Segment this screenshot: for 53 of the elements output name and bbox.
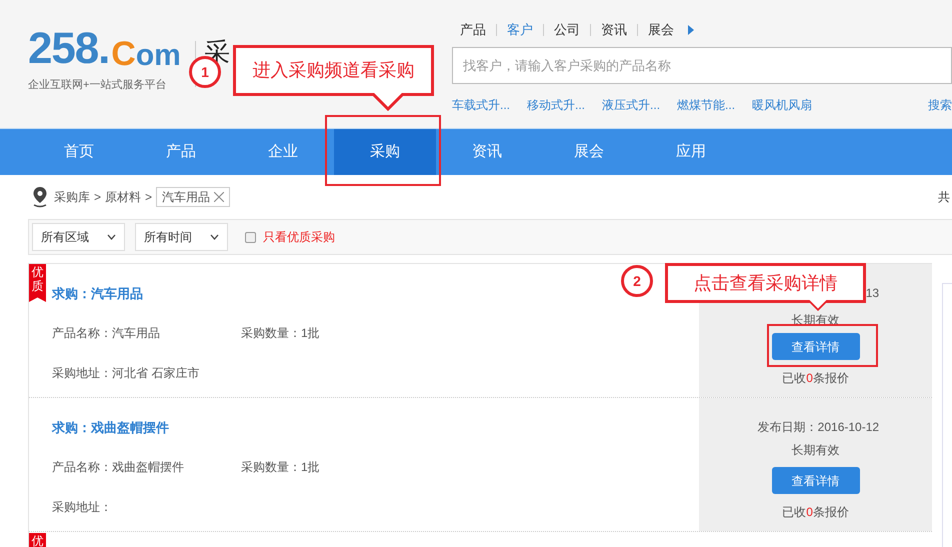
breadcrumb-link[interactable]: 原材料 bbox=[105, 188, 142, 206]
breadcrumb-current-label: 汽车用品 bbox=[162, 189, 210, 206]
callout-pointer bbox=[371, 93, 405, 111]
product-name-text: 产品名称：汽车用品 bbox=[52, 324, 161, 342]
checkbox[interactable] bbox=[245, 232, 256, 242]
close-icon[interactable] bbox=[214, 192, 224, 202]
product-name-text: 产品名称：戏曲盔帽摆件 bbox=[52, 458, 185, 476]
search-tab[interactable]: 资讯 bbox=[601, 20, 627, 40]
listing-title-link[interactable]: 求购：汽车用品 bbox=[52, 284, 143, 304]
search-tip-link[interactable]: 搜索 bbox=[928, 96, 952, 114]
dropdown[interactable]: 所有时间 bbox=[135, 223, 228, 251]
view-details-button[interactable]: 查看详情 bbox=[772, 467, 860, 494]
nav-tab[interactable]: 展会 bbox=[538, 129, 640, 175]
search-tab[interactable]: 产品 bbox=[460, 20, 486, 40]
validity-text: 长期有效 bbox=[792, 442, 840, 459]
breadcrumb-link[interactable]: 采购库 bbox=[54, 188, 90, 206]
search-tab[interactable]: 客户 bbox=[507, 20, 533, 40]
nav-tab[interactable]: 资讯 bbox=[436, 129, 538, 175]
view-details-button[interactable]: 查看详情 bbox=[772, 333, 860, 360]
keyword-link[interactable]: 燃煤节能... bbox=[677, 96, 736, 114]
nav-tab[interactable]: 企业 bbox=[232, 129, 334, 175]
quantity-text: 采购数量：1批 bbox=[241, 324, 320, 342]
nav-tab[interactable]: 采购 bbox=[334, 129, 436, 175]
more-arrow-icon[interactable] bbox=[688, 25, 694, 35]
keyword-link[interactable]: 暖风机风扇 bbox=[752, 96, 812, 114]
date-text: 13 bbox=[866, 285, 880, 302]
address-text: 采购地址： bbox=[52, 498, 112, 516]
premium-badge: 优 bbox=[29, 533, 46, 547]
nav-tab[interactable]: 应用 bbox=[640, 129, 742, 175]
chevron-down-icon bbox=[210, 234, 219, 240]
total-label: 共 bbox=[938, 189, 950, 206]
keyword-link[interactable]: 液压式升... bbox=[602, 96, 660, 114]
nav-tab[interactable]: 首页 bbox=[28, 129, 130, 175]
keyword-link[interactable]: 移动式升... bbox=[527, 96, 586, 114]
dropdown[interactable]: 所有区域 bbox=[32, 223, 125, 251]
chevron-down-icon bbox=[107, 234, 116, 240]
search-tab[interactable]: 展会 bbox=[648, 20, 674, 40]
address-text: 采购地址：河北省 石家庄市 bbox=[52, 364, 200, 382]
premium-badge: 优质 bbox=[29, 264, 46, 302]
listing-title-link[interactable]: 求购：戏曲盔帽摆件 bbox=[52, 418, 169, 438]
breadcrumb-separator: > bbox=[145, 189, 152, 206]
search-field[interactable]: 找客户，请输入客户采购的产品名称 bbox=[452, 47, 952, 84]
search-tab[interactable]: 公司 bbox=[554, 20, 580, 40]
location-pin-icon bbox=[32, 186, 48, 208]
breadcrumb-separator: > bbox=[94, 189, 102, 206]
quote-count-text: 已收0条报价 bbox=[782, 504, 849, 521]
quote-count-text: 已收0条报价 bbox=[782, 370, 849, 387]
nav-tab[interactable]: 产品 bbox=[130, 129, 232, 175]
step-number-badge: 2 bbox=[621, 265, 653, 297]
date-text: 发布日期：2016-10-12 bbox=[758, 419, 880, 436]
checkbox-label[interactable]: 只看优质采购 bbox=[263, 228, 335, 246]
keyword-link[interactable]: 车载式升... bbox=[452, 96, 510, 114]
quantity-text: 采购数量：1批 bbox=[241, 458, 320, 476]
